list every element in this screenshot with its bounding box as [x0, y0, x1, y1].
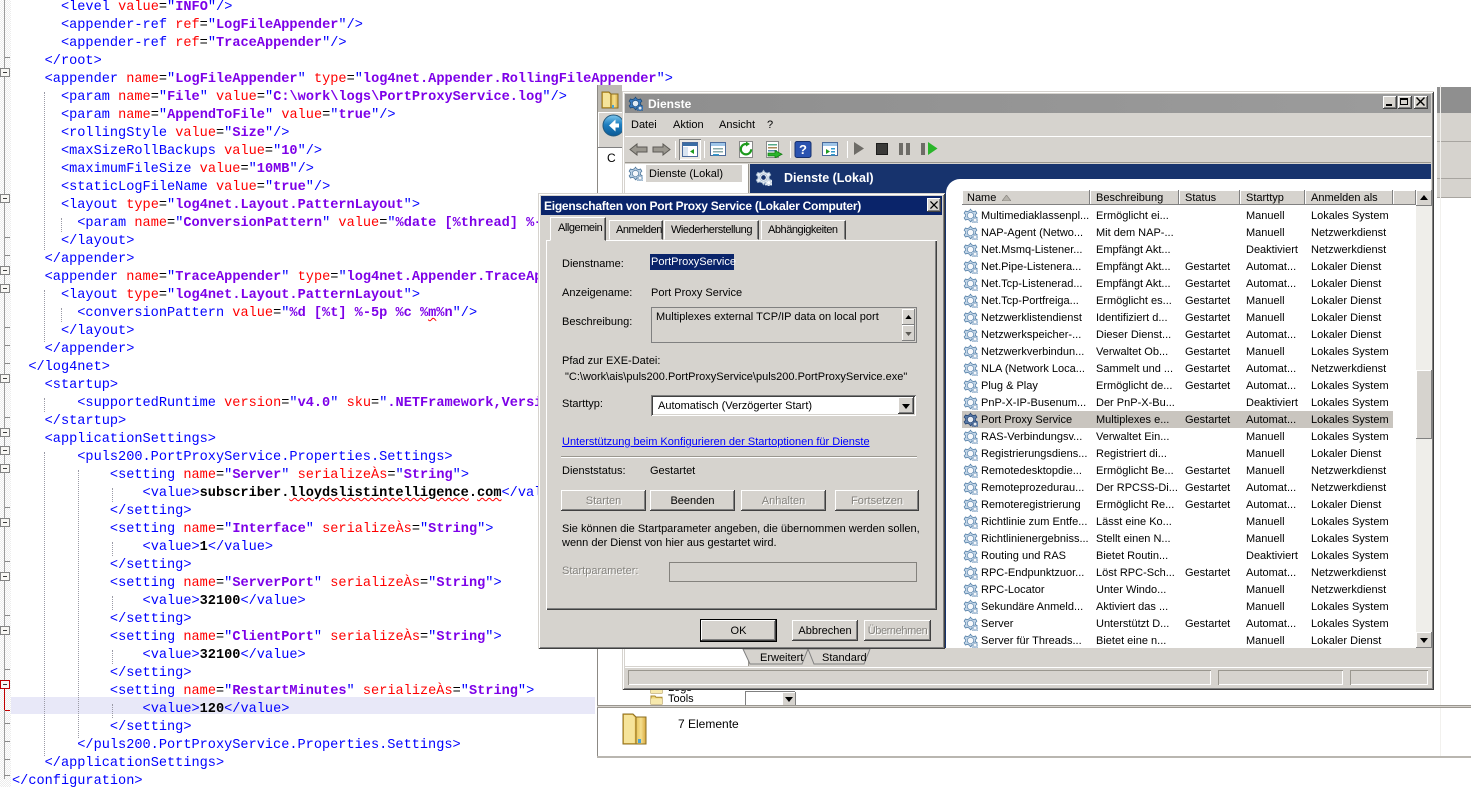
svg-text:Erweitert: Erweitert — [760, 652, 803, 664]
svg-text:Standard: Standard — [822, 652, 867, 664]
svg-text:?: ? — [799, 142, 807, 157]
